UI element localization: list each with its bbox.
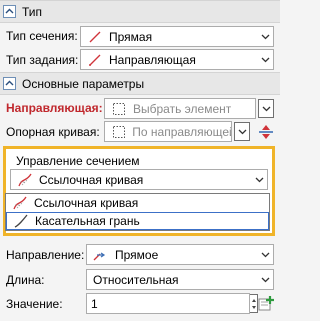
option-label: Касательная грань <box>35 214 140 228</box>
value-input[interactable]: 1 <box>86 293 250 314</box>
section-type-value: Прямая <box>109 29 153 44</box>
support-curve-select[interactable]: По направляющей <box>104 121 232 142</box>
chevron-down-icon[interactable] <box>251 170 267 189</box>
direction-icon <box>93 247 109 263</box>
support-curve-label: Опорная кривая: <box>6 125 100 139</box>
direction-value: Прямое <box>115 247 159 262</box>
section-title: Тип <box>22 4 43 19</box>
section-title: Основные параметры <box>22 76 145 91</box>
value-spin-button[interactable] <box>250 294 258 313</box>
chevron-down-icon[interactable] <box>257 245 273 264</box>
reference-curve-icon <box>12 195 28 211</box>
section-header-main-params: Основные параметры <box>0 72 280 95</box>
dropdown-option-reference-curve[interactable]: Ссылочная кривая <box>6 194 269 212</box>
guide-line-icon <box>87 52 103 68</box>
line-icon <box>87 29 103 45</box>
chevron-down-icon[interactable] <box>257 270 273 289</box>
value-label: Значение: <box>6 297 63 311</box>
section-control-value: Ссылочная кривая <box>39 172 144 187</box>
task-type-select[interactable]: Направляющая <box>80 49 274 70</box>
task-type-row: Тип задания: Направляющая <box>0 48 280 72</box>
panel-title: Управление сечением <box>16 154 140 168</box>
section-type-label: Тип сечения: <box>6 29 78 43</box>
dropdown-option-tangent-face[interactable]: Касательная грань <box>6 212 269 230</box>
section-type-row: Тип сечения: Прямая <box>0 24 280 48</box>
support-curve-dropdown-button[interactable] <box>234 122 250 141</box>
length-select[interactable]: Относительная <box>86 269 274 290</box>
direction-row: Направление: Прямое <box>0 243 280 267</box>
task-type-label: Тип задания: <box>6 53 79 67</box>
section-control-dropdown-list: Ссылочная кривая Касательная грань <box>5 193 270 231</box>
guide-label: Направляющая: <box>6 101 103 115</box>
collapse-icon[interactable] <box>3 5 16 18</box>
chevron-down-icon[interactable] <box>257 27 273 46</box>
guide-select[interactable]: Выбрать элемент <box>104 98 256 119</box>
dotted-select-icon <box>111 101 127 117</box>
direction-label: Направление: <box>6 248 85 262</box>
support-curve-row: Опорная кривая: По направляющей <box>0 120 280 144</box>
length-label: Длина: <box>6 273 45 287</box>
chevron-down-icon[interactable] <box>257 50 273 69</box>
collapse-icon[interactable] <box>3 77 16 90</box>
guide-row: Направляющая: Выбрать элемент <box>0 96 280 120</box>
value-row: Значение: 1 <box>0 292 280 316</box>
tangent-face-icon <box>13 213 29 229</box>
length-row: Длина: Относительная <box>0 268 280 292</box>
section-header-type: Тип <box>0 0 280 23</box>
direction-select[interactable]: Прямое <box>86 244 274 265</box>
add-variable-icon[interactable] <box>258 295 276 313</box>
guide-placeholder: Выбрать элемент <box>133 101 232 116</box>
option-label: Ссылочная кривая <box>34 196 139 210</box>
guide-dropdown-button[interactable] <box>258 99 274 118</box>
dotted-select-icon <box>111 124 126 140</box>
section-control-select[interactable]: Ссылочная кривая <box>10 169 268 190</box>
reference-curve-icon <box>17 172 33 188</box>
length-value: Относительная <box>93 272 179 287</box>
value-text: 1 <box>91 296 98 311</box>
task-type-value: Направляющая <box>109 52 196 67</box>
support-curve-value: По направляющей <box>132 124 231 139</box>
swap-direction-icon[interactable] <box>257 123 275 141</box>
section-type-select[interactable]: Прямая <box>80 26 274 47</box>
